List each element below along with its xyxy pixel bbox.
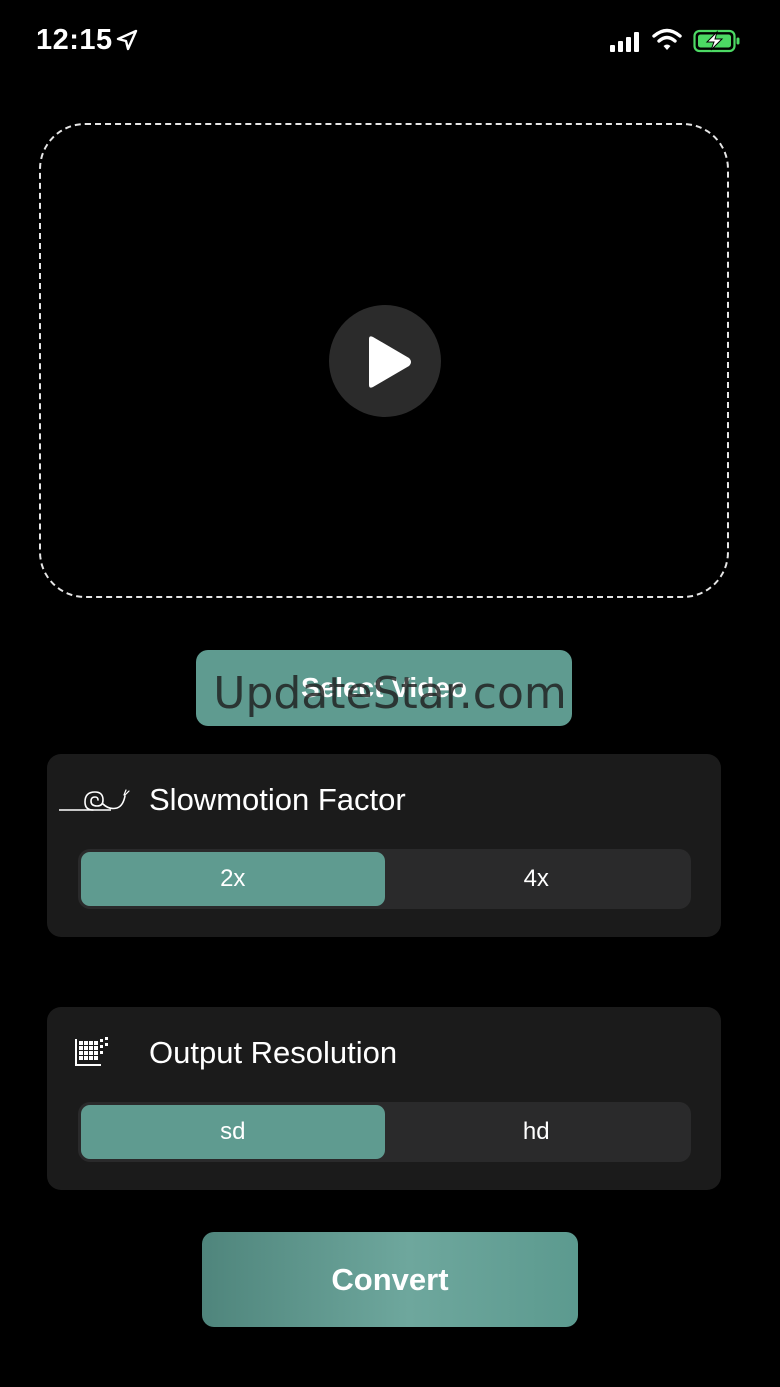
segment-2x[interactable]: 2x bbox=[81, 852, 385, 906]
wifi-icon bbox=[652, 28, 682, 50]
status-time: 12:15 bbox=[36, 24, 113, 56]
status-bar: 12:15 bbox=[0, 0, 780, 88]
location-arrow-icon bbox=[116, 29, 138, 51]
slowmotion-factor-card: Slowmotion Factor 2x 4x bbox=[47, 754, 721, 937]
slowmotion-factor-title: Slowmotion Factor bbox=[149, 782, 406, 817]
play-button[interactable] bbox=[329, 305, 441, 417]
pixel-grid-icon bbox=[75, 1037, 108, 1066]
convert-button[interactable]: Convert bbox=[202, 1232, 578, 1327]
slowmotion-factor-selector: 2x 4x bbox=[78, 849, 691, 909]
play-icon bbox=[369, 336, 411, 388]
segment-sd[interactable]: sd bbox=[81, 1105, 385, 1159]
output-resolution-selector: sd hd bbox=[78, 1102, 691, 1162]
snail-icon bbox=[59, 789, 130, 811]
output-resolution-card: Output Resolution sd hd bbox=[47, 1007, 721, 1190]
app-screen: 12:15 Select Video UpdateStar.com Slowmo… bbox=[0, 0, 780, 1387]
output-resolution-title: Output Resolution bbox=[149, 1035, 398, 1070]
video-drop-area[interactable] bbox=[39, 123, 729, 598]
segment-4x[interactable]: 4x bbox=[385, 852, 689, 906]
battery-charging-icon bbox=[693, 29, 740, 53]
watermark-text: UpdateStar.com bbox=[213, 668, 567, 719]
segment-hd[interactable]: hd bbox=[385, 1105, 689, 1159]
cellular-signal-icon bbox=[610, 32, 639, 52]
